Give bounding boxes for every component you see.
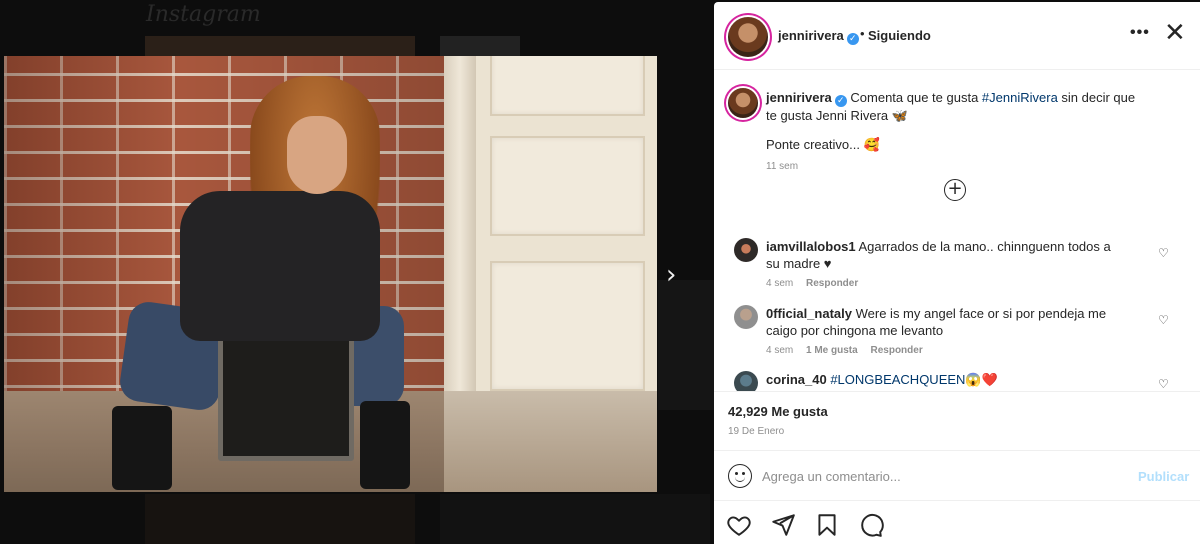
comment-text: 0fficial_nataly Were is my angel face or… (766, 306, 1107, 338)
heart-icon[interactable] (726, 512, 752, 538)
avatar[interactable] (734, 238, 758, 262)
add-circle-icon[interactable]: + (944, 179, 966, 201)
post-date: 19 De Enero (728, 426, 785, 437)
verified-icon: ✓ (846, 33, 859, 45)
publish-button[interactable]: Publicar (1138, 469, 1189, 484)
more-icon[interactable]: ••• (1130, 24, 1150, 42)
comment-text: corina_40 #LONGBEACHQUEEN😱❤️ (766, 371, 1126, 388)
post-image[interactable] (4, 56, 657, 492)
likes-count[interactable]: 42,929 Me gusta (728, 404, 828, 419)
comment-icon[interactable] (858, 512, 884, 538)
header-username[interactable]: jennirivera ✓ (778, 28, 859, 45)
close-icon[interactable]: ✕ (1164, 20, 1186, 46)
comment-username[interactable]: 0fficial_nataly (766, 306, 852, 321)
hashtag-link[interactable]: #JenniRivera (982, 90, 1058, 105)
reply-button[interactable]: Responder (806, 278, 858, 289)
verified-icon: ✓ (834, 95, 847, 107)
caption-time[interactable]: 11 sem (766, 161, 798, 172)
post-header: jennirivera ✓ • Siguiendo ••• ✕ (714, 2, 1200, 70)
feed-tile (658, 280, 714, 410)
instagram-logo: Instagram (146, 2, 261, 27)
heart-icon[interactable]: ♡ (1158, 377, 1169, 391)
reply-button[interactable]: Responder (870, 345, 922, 356)
emoji-icon[interactable] (728, 464, 752, 488)
comment-text: iamvillalobos1 Agarrados de la mano.. ch… (766, 239, 1111, 271)
hashtag-link[interactable]: #LONGBEACHQUEEN😱❤️ (830, 372, 997, 387)
feed-tile (440, 36, 520, 56)
caption-line2: Ponte creativo... 🥰 (766, 137, 880, 152)
comment-username[interactable]: corina_40 (766, 372, 827, 387)
caption-username[interactable]: jennirivera (766, 90, 832, 105)
separator-dot: • (860, 26, 865, 41)
feed-tile (440, 494, 710, 544)
feed-tile (145, 36, 415, 56)
avatar[interactable] (734, 305, 758, 329)
heart-icon[interactable]: ♡ (1158, 313, 1169, 327)
avatar[interactable] (728, 17, 768, 57)
next-arrow-icon[interactable]: › (666, 262, 688, 288)
bookmark-icon[interactable] (814, 512, 840, 538)
comment-likes[interactable]: 1 Me gusta (806, 345, 858, 356)
comment-username[interactable]: iamvillalobos1 (766, 239, 856, 254)
comment-meta: 4 sem 1 Me gusta Responder (766, 345, 923, 356)
comment-meta: 4 sem Responder (766, 278, 859, 289)
post-sidebar: jennirivera ✓ • Siguiendo ••• ✕ jennirive… (714, 2, 1200, 544)
heart-icon[interactable]: ♡ (1158, 246, 1169, 260)
share-icon[interactable] (770, 512, 796, 538)
feed-tile (145, 494, 415, 544)
avatar[interactable] (734, 371, 758, 391)
comments-list[interactable]: jennirivera ✓ Comenta que te gusta #Jenni… (714, 71, 1200, 391)
door (476, 56, 657, 406)
comment-input[interactable] (762, 466, 1122, 486)
avatar[interactable] (728, 88, 758, 118)
caption-text: jennirivera ✓ Comenta que te gusta #Jenni… (766, 90, 1136, 123)
follow-status-button[interactable]: Siguiendo (868, 28, 931, 43)
